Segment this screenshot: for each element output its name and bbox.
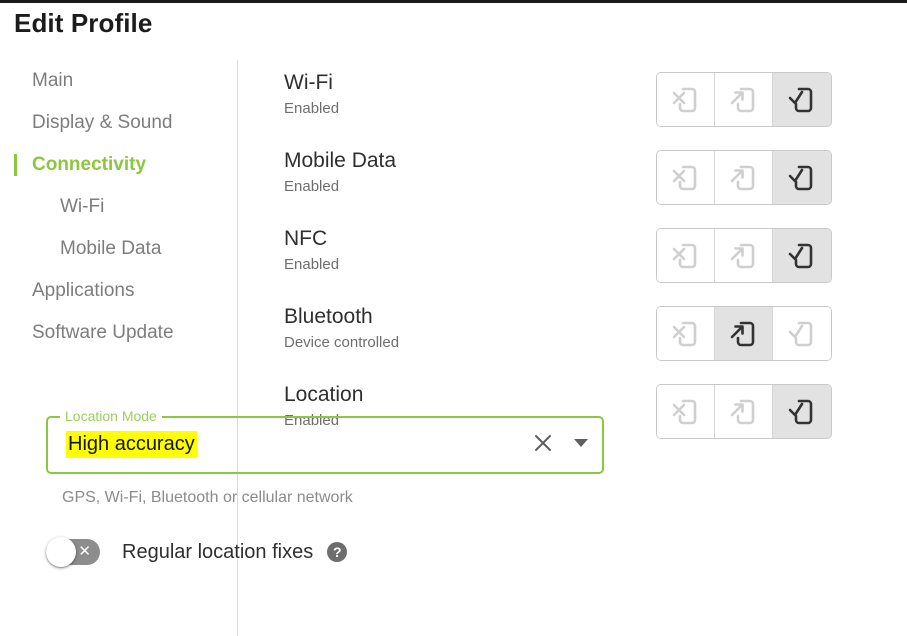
phone-x-icon (671, 163, 701, 193)
location-mode-value: High accuracy (66, 431, 197, 458)
chevron-down-icon[interactable] (572, 434, 590, 457)
sidebar-item-mobile-data[interactable]: Mobile Data (0, 228, 237, 270)
state-option-disabled[interactable] (657, 385, 715, 438)
state-option-device-controlled[interactable] (715, 229, 773, 282)
phone-check-icon (787, 397, 817, 427)
state-option-device-controlled[interactable] (715, 73, 773, 126)
state-option-disabled[interactable] (657, 229, 715, 282)
sidebar-item-label: Main (32, 70, 74, 91)
state-option-device-controlled[interactable] (715, 385, 773, 438)
location-mode-helper-text: GPS, Wi-Fi, Bluetooth or cellular networ… (62, 489, 353, 506)
sidebar-item-label: Software Update (32, 322, 174, 343)
setting-row: Bluetooth Device controlled (238, 294, 907, 372)
state-option-disabled[interactable] (657, 73, 715, 126)
location-mode-field[interactable]: Location Mode High accuracy (46, 407, 604, 474)
setting-row-title: NFC (284, 227, 328, 250)
window-chrome-bar (0, 0, 907, 3)
location-mode-actions (532, 432, 590, 459)
state-option-enabled[interactable] (773, 385, 831, 438)
setting-row-status: Enabled (284, 100, 340, 117)
state-option-disabled[interactable] (657, 151, 715, 204)
state-option-enabled[interactable] (773, 151, 831, 204)
page-title: Edit Profile (14, 8, 153, 38)
toggle-off-mark: ✕ (78, 543, 91, 560)
close-icon[interactable] (532, 432, 554, 459)
setting-state-button-group (656, 306, 832, 361)
sidebar-item-label: Connectivity (32, 154, 147, 175)
sidebar-item-label: Applications (32, 280, 135, 301)
setting-state-button-group (656, 72, 832, 127)
setting-state-button-group (656, 228, 832, 283)
phone-check-icon (787, 241, 817, 271)
setting-row-text: Mobile Data Enabled (284, 148, 396, 197)
setting-row-status: Enabled (284, 178, 340, 195)
sidebar-item-applications[interactable]: Applications (0, 270, 237, 312)
state-option-enabled[interactable] (773, 229, 831, 282)
phone-arrow-icon (729, 241, 759, 271)
setting-row-text: Bluetooth Device controlled (284, 304, 399, 353)
phone-arrow-icon (729, 319, 759, 349)
sidebar-item-software-update[interactable]: Software Update (0, 312, 237, 354)
state-option-enabled[interactable] (773, 307, 831, 360)
sidebar-item-label: Display & Sound (32, 112, 173, 133)
location-mode-label: Location Mode (60, 407, 162, 425)
phone-x-icon (671, 85, 701, 115)
setting-state-button-group (656, 384, 832, 439)
phone-check-icon (787, 85, 817, 115)
sidebar-active-indicator (14, 154, 17, 176)
state-option-enabled[interactable] (773, 73, 831, 126)
state-option-disabled[interactable] (657, 307, 715, 360)
regular-location-fixes-toggle[interactable]: ✕ (46, 537, 100, 567)
phone-check-icon (787, 163, 817, 193)
phone-x-icon (671, 241, 701, 271)
phone-arrow-icon (729, 163, 759, 193)
setting-row-text: Wi-Fi Enabled (284, 70, 339, 119)
regular-location-fixes-row: ✕ Regular location fixes ? (46, 535, 348, 569)
phone-arrow-icon (729, 85, 759, 115)
sidebar-item-display-sound[interactable]: Display & Sound (0, 102, 237, 144)
toggle-knob (46, 537, 76, 567)
setting-row-title: Bluetooth (284, 305, 373, 328)
help-icon[interactable]: ? (327, 542, 348, 562)
setting-row-text: NFC Enabled (284, 226, 339, 275)
phone-arrow-icon (729, 397, 759, 427)
sidebar-item-label: Wi-Fi (60, 196, 105, 217)
sidebar-item-wi-fi[interactable]: Wi-Fi (0, 186, 237, 228)
sidebar-item-connectivity[interactable]: Connectivity (0, 144, 237, 186)
state-option-device-controlled[interactable] (715, 151, 773, 204)
regular-location-fixes-label: Regular location fixes (122, 540, 314, 563)
phone-x-icon (671, 397, 701, 427)
phone-check-icon (787, 319, 817, 349)
setting-row: Mobile Data Enabled (238, 138, 907, 216)
setting-row: NFC Enabled (238, 216, 907, 294)
setting-state-button-group (656, 150, 832, 205)
setting-row-title: Wi-Fi (284, 71, 333, 94)
sidebar-item-label: Mobile Data (60, 238, 162, 259)
setting-row-status: Device controlled (284, 334, 400, 351)
sidebar-item-main[interactable]: Main (0, 60, 237, 102)
phone-x-icon (671, 319, 701, 349)
setting-row-title: Mobile Data (284, 149, 397, 172)
setting-row-title: Location (284, 383, 364, 406)
state-option-device-controlled[interactable] (715, 307, 773, 360)
setting-row-status: Enabled (284, 256, 340, 273)
setting-row: Wi-Fi Enabled (238, 60, 907, 138)
